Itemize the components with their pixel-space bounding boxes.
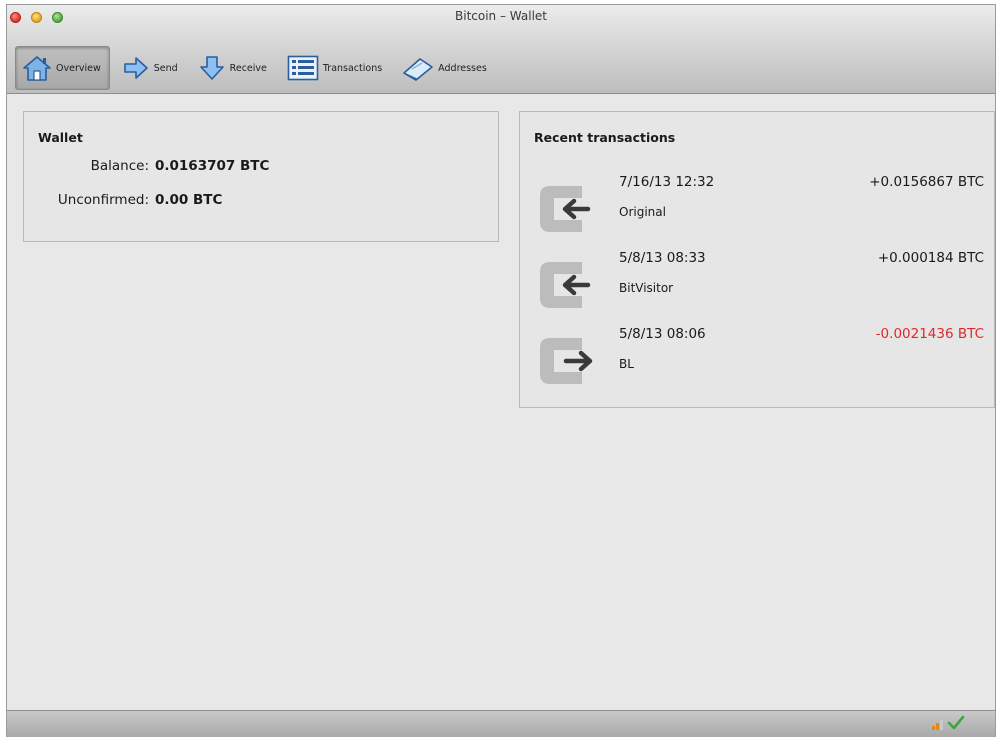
recent-transactions-title: Recent transactions [534,130,676,145]
transaction-amount: +0.0156867 BTC [869,174,984,190]
toolbar: Overview Send Receive Transactions Addre… [15,43,501,93]
toolbar-receive-label: Receive [229,62,267,74]
incoming-transaction-icon [540,262,591,308]
window-title: Bitcoin – Wallet [455,9,547,23]
balance-value: 0.0163707 BTC [155,158,270,174]
list-icon [287,55,319,81]
wallet-panel: Wallet Balance: 0.0163707 BTC Unconfirme… [23,111,499,242]
transaction-row[interactable]: 7/16/13 12:32 Original +0.0156867 BTC [520,174,994,250]
transaction-amount: +0.000184 BTC [877,250,984,266]
toolbar-overview-label: Overview [56,62,101,74]
toolbar-addresses-label: Addresses [438,62,487,74]
balance-label: Balance: [90,158,149,174]
connection-bars-icon[interactable] [931,716,945,730]
app-window: Bitcoin – Wallet Overview Send Receive T… [6,4,996,737]
receive-arrow-icon [199,56,224,80]
transaction-date: 7/16/13 12:32 [619,174,715,190]
recent-transactions-panel: Recent transactions 7/16/13 12:32 Origin… [519,111,995,408]
toolbar-transactions-button[interactable]: Transactions [281,46,390,90]
transaction-label: BL [619,357,634,371]
toolbar-overview-button[interactable]: Overview [15,46,110,90]
synced-checkmark-icon[interactable] [947,715,965,731]
transaction-label: BitVisitor [619,281,674,295]
wallet-title: Wallet [38,130,83,145]
transaction-date: 5/8/13 08:06 [619,326,706,342]
title-bar: Bitcoin – Wallet Overview Send Receive T… [7,5,995,94]
home-icon [23,56,51,81]
transaction-row[interactable]: 5/8/13 08:06 BL -0.0021436 BTC [520,326,994,402]
toolbar-receive-button[interactable]: Receive [192,46,275,90]
toolbar-send-label: Send [153,62,178,74]
toolbar-addresses-button[interactable]: Addresses [396,46,495,90]
transaction-date: 5/8/13 08:33 [619,250,706,266]
transaction-row[interactable]: 5/8/13 08:33 BitVisitor +0.000184 BTC [520,250,994,326]
outgoing-transaction-icon [540,338,593,384]
status-bar [7,710,995,737]
incoming-transaction-icon [540,186,591,232]
send-arrow-icon [123,57,148,79]
unconfirmed-value: 0.00 BTC [155,192,223,208]
transaction-amount: -0.0021436 BTC [875,326,984,342]
status-icons [931,715,965,731]
transaction-label: Original [619,205,666,219]
toolbar-send-button[interactable]: Send [116,46,186,90]
unconfirmed-label: Unconfirmed: [57,192,149,208]
toolbar-transactions-label: Transactions [322,62,383,74]
address-book-icon [403,58,433,81]
